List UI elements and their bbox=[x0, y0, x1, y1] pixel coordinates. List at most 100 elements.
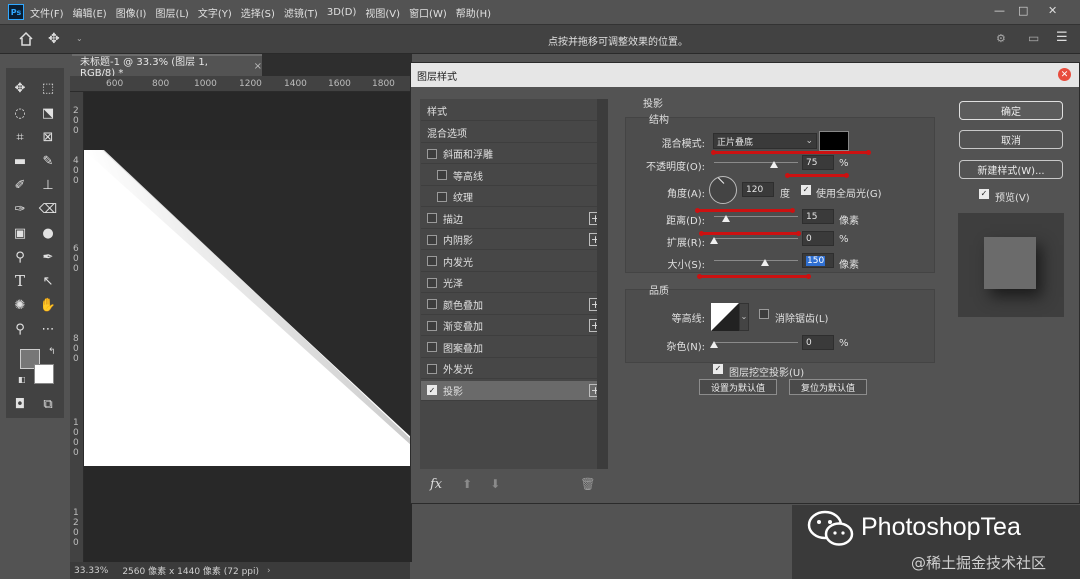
menu-view[interactable]: 视图(V) bbox=[365, 5, 400, 20]
gradient-tool-icon[interactable]: ▣ bbox=[10, 223, 30, 243]
history-brush-icon[interactable]: ✑ bbox=[10, 199, 30, 219]
style-checkbox[interactable] bbox=[427, 363, 437, 374]
spread-input[interactable]: 0 bbox=[802, 231, 834, 246]
preview-checkbox[interactable]: ✓ bbox=[979, 188, 995, 199]
style-checkbox[interactable] bbox=[437, 191, 447, 202]
fx-icon[interactable]: fx bbox=[430, 477, 442, 492]
spread-slider[interactable] bbox=[714, 238, 798, 239]
move-icon[interactable]: ✥ bbox=[48, 31, 60, 47]
antialias-checkbox[interactable] bbox=[759, 309, 775, 322]
move-up-icon[interactable]: ⬆ bbox=[462, 477, 472, 491]
new-style-button[interactable]: 新建样式(W)... bbox=[959, 160, 1063, 179]
style-list-item[interactable]: 内阴影 + bbox=[421, 230, 606, 250]
zoom-level[interactable]: 33.33% bbox=[74, 566, 108, 576]
dodge-tool-icon[interactable]: ⚲ bbox=[10, 247, 30, 267]
style-checkbox[interactable] bbox=[427, 299, 437, 309]
style-checkbox[interactable] bbox=[427, 277, 437, 288]
panel-icon[interactable]: ▭ bbox=[1028, 31, 1039, 45]
reset-default-button[interactable]: 复位为默认值 bbox=[789, 379, 867, 395]
more-tools-icon[interactable]: ⋯ bbox=[38, 319, 58, 339]
style-list-item[interactable]: 描边 + bbox=[421, 209, 606, 229]
quick-mask-icon[interactable]: ◘ bbox=[10, 394, 30, 414]
screen-mode-icon[interactable]: ⧉ bbox=[38, 394, 58, 414]
style-checkbox[interactable]: ✓ bbox=[427, 385, 437, 395]
path-select-icon[interactable]: ↖ bbox=[38, 271, 58, 291]
home-icon[interactable] bbox=[18, 31, 34, 47]
global-light-checkbox[interactable]: ✓ bbox=[801, 184, 817, 195]
ok-button[interactable]: 确定 bbox=[959, 101, 1063, 120]
chevron-down-icon[interactable]: ⌄ bbox=[76, 34, 83, 43]
angle-dial[interactable] bbox=[709, 176, 737, 204]
style-list-item[interactable]: 样式 bbox=[421, 101, 606, 121]
menu-help[interactable]: 帮助(H) bbox=[456, 5, 491, 20]
style-list-item[interactable]: 纹理 bbox=[421, 187, 606, 207]
ruler-tool-icon[interactable]: ▬ bbox=[10, 151, 30, 171]
dialog-close-icon[interactable]: ✕ bbox=[1058, 68, 1071, 81]
style-list-item[interactable]: 图案叠加 bbox=[421, 338, 606, 358]
style-checkbox[interactable] bbox=[427, 256, 437, 266]
opacity-input[interactable]: 75 bbox=[802, 155, 834, 170]
size-input[interactable]: 150 bbox=[802, 253, 834, 268]
default-colors-icon[interactable]: ◧ bbox=[18, 375, 26, 384]
workspace-icon[interactable]: ☰ bbox=[1056, 30, 1068, 45]
frame-tool-icon[interactable]: ⊠ bbox=[38, 127, 58, 147]
opacity-slider-knob[interactable] bbox=[770, 161, 778, 168]
menu-layer[interactable]: 图层(L) bbox=[155, 5, 188, 20]
background-color-swatch[interactable] bbox=[34, 364, 54, 384]
document-tab[interactable]: 未标题-1 @ 33.3% (图层 1, RGB/8) * × bbox=[72, 54, 262, 79]
style-list-item[interactable]: ✓ 投影 + bbox=[421, 380, 606, 401]
menu-3d[interactable]: 3D(D) bbox=[327, 7, 357, 18]
style-checkbox[interactable] bbox=[427, 234, 437, 245]
settings-icon[interactable]: ⚙ bbox=[996, 32, 1006, 45]
chevron-right-icon[interactable]: › bbox=[267, 566, 271, 576]
crop-tool-icon[interactable]: ⌗ bbox=[10, 127, 30, 147]
pen-tool-icon[interactable]: ✒ bbox=[38, 247, 58, 267]
dialog-title-bar[interactable]: 图层样式 bbox=[411, 63, 1079, 87]
menu-type[interactable]: 文字(Y) bbox=[198, 5, 232, 20]
move-tool-icon[interactable]: ✥ bbox=[10, 78, 30, 98]
noise-input[interactable]: 0 bbox=[802, 335, 834, 350]
style-list-item[interactable]: 内发光 bbox=[421, 252, 606, 272]
spread-slider-knob[interactable] bbox=[710, 237, 718, 244]
type-tool-icon[interactable]: T bbox=[10, 271, 30, 291]
blend-mode-select[interactable]: 正片叠底 ⌄ bbox=[713, 133, 817, 149]
menu-edit[interactable]: 编辑(E) bbox=[73, 5, 107, 20]
style-list-item[interactable]: 混合选项 bbox=[421, 123, 606, 143]
size-slider-knob[interactable] bbox=[761, 259, 769, 266]
make-default-button[interactable]: 设置为默认值 bbox=[699, 379, 777, 395]
size-slider[interactable] bbox=[714, 260, 798, 261]
style-list-scrollbar[interactable] bbox=[597, 99, 608, 469]
opacity-slider[interactable] bbox=[714, 162, 798, 163]
style-list-item[interactable]: 颜色叠加 + bbox=[421, 295, 606, 315]
knockout-checkbox[interactable]: ✓ bbox=[713, 363, 729, 374]
menu-file[interactable]: 文件(F) bbox=[30, 5, 64, 20]
shadow-color-swatch[interactable] bbox=[819, 131, 849, 151]
document-info[interactable]: 2560 像素 x 1440 像素 (72 ppi) bbox=[122, 564, 259, 577]
menu-select[interactable]: 选择(S) bbox=[241, 5, 275, 20]
menu-filter[interactable]: 滤镜(T) bbox=[284, 5, 318, 20]
distance-slider-knob[interactable] bbox=[722, 215, 730, 222]
brush-tool-icon[interactable]: ✐ bbox=[10, 175, 30, 195]
style-checkbox[interactable] bbox=[427, 320, 437, 331]
minimize-button[interactable]: — bbox=[994, 4, 1005, 17]
style-checkbox[interactable] bbox=[427, 342, 437, 352]
menu-window[interactable]: 窗口(W) bbox=[409, 5, 447, 20]
trash-icon[interactable]: 🗑 bbox=[580, 477, 595, 491]
zoom-tool-icon[interactable]: ⚲ bbox=[10, 319, 30, 339]
angle-input[interactable]: 120 bbox=[742, 182, 774, 197]
style-list-item[interactable]: 渐变叠加 + bbox=[421, 316, 606, 336]
blur-tool-icon[interactable]: ● bbox=[38, 223, 58, 243]
marquee-tool-icon[interactable]: ⬚ bbox=[38, 78, 58, 98]
maximize-button[interactable]: □ bbox=[1018, 4, 1028, 17]
eraser-tool-icon[interactable]: ⌫ bbox=[38, 199, 58, 219]
style-list-item[interactable]: 光泽 bbox=[421, 273, 606, 293]
noise-slider-knob[interactable] bbox=[710, 341, 718, 348]
shape-tool-icon[interactable]: ✺ bbox=[10, 295, 30, 315]
document-canvas[interactable] bbox=[84, 92, 412, 562]
distance-input[interactable]: 15 bbox=[802, 209, 834, 224]
style-checkbox[interactable] bbox=[437, 170, 447, 180]
clone-stamp-icon[interactable]: ⊥ bbox=[38, 175, 58, 195]
hand-tool-icon[interactable]: ✋ bbox=[38, 295, 58, 315]
chevron-down-icon[interactable]: ⌄ bbox=[739, 303, 749, 331]
style-list-item[interactable]: 斜面和浮雕 bbox=[421, 144, 606, 164]
